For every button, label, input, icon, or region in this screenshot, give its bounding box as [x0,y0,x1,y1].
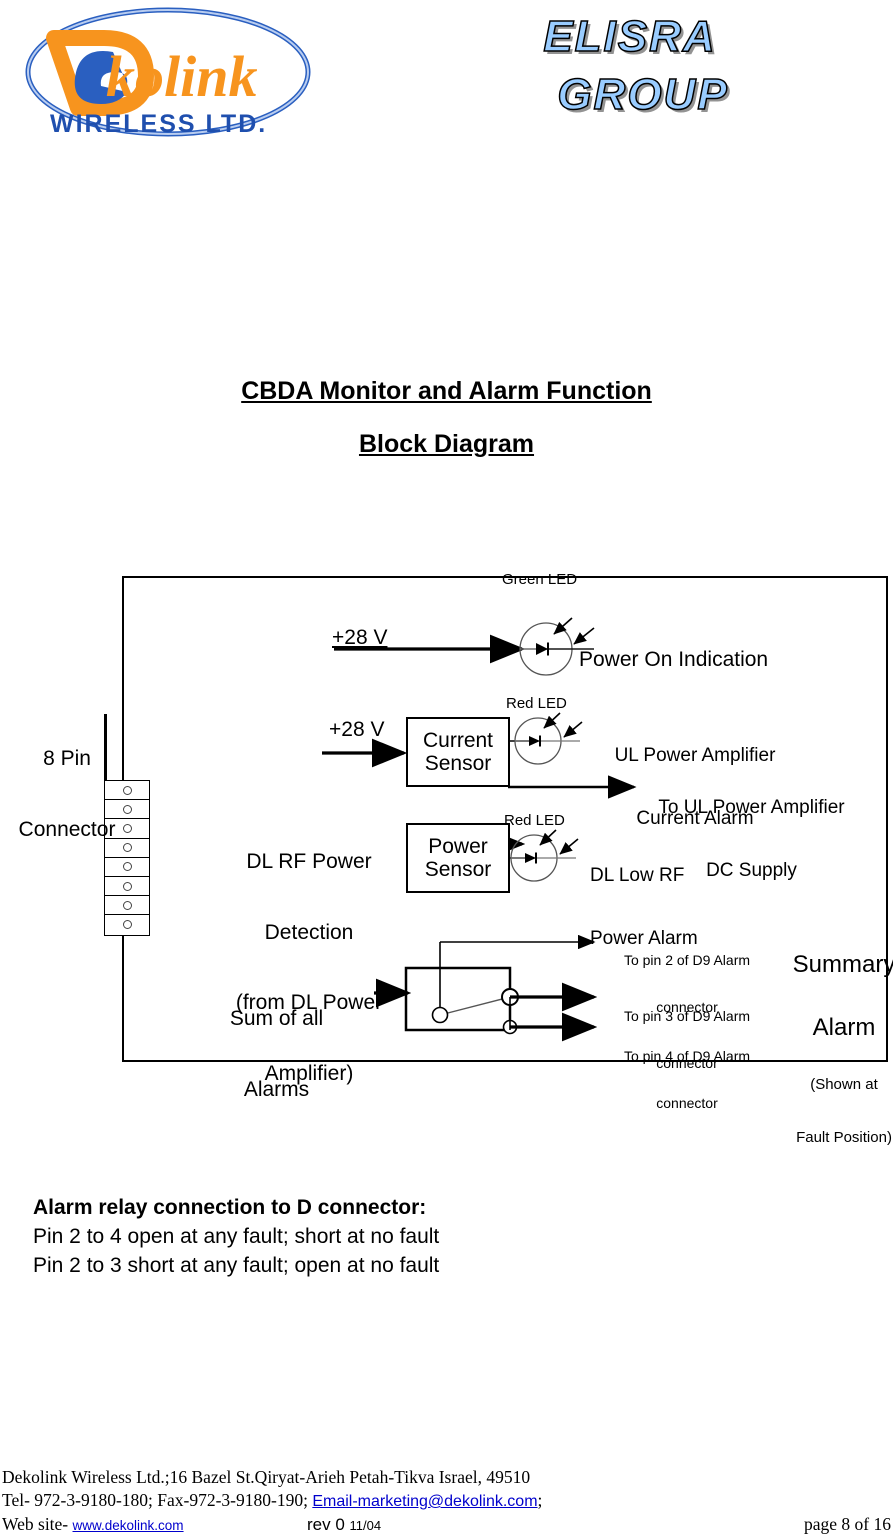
footer-website-row: Web site- www.dekolink.com rev 0 11/04 pag… [2,1513,891,1537]
summary-alarm-label: Summary Alarm (Shown at Fault Position) [774,916,893,1182]
notes-heading: Alarm relay connection to D connector: [33,1196,427,1219]
page-title-text: CBDA Monitor and Alarm Function [241,377,652,405]
power-sensor-led-label: Red LED [504,812,565,829]
dl-rf-line2: Detection [264,920,354,944]
elisra-logo-line2: GROUP [557,69,729,120]
pin-dot-icon [122,804,132,814]
summary-alarm-note1: (Shown at [810,1076,878,1094]
footer-revision-text: rev 0 [307,1515,345,1534]
red-led-symbol-power [510,829,579,882]
power-on-input-label: +28 V [332,626,388,649]
power-sensor-line1: Power [428,834,488,858]
summary-alarm-line2: Alarm [812,1013,876,1041]
website-link[interactable]: www.dekolink.com [73,1518,184,1533]
email-link[interactable]: Email-marketing@dekolink.com [312,1493,537,1510]
page-subtitle: Block Diagram [0,430,893,459]
connector-caption: 8 Pin Connector [12,700,122,888]
footer-semicolon: ; [537,1490,543,1510]
pin-dot-icon [122,920,132,930]
current-sensor-line1: Current [422,728,494,752]
sum-alarms-line1: Sum of all [229,1007,324,1031]
page-footer: Dekolink Wireless Ltd.;16 Bazel St.Qirya… [2,1466,891,1537]
notes-line1: Pin 2 to 4 open at any fault; short at n… [33,1225,440,1248]
connector-pin [105,915,149,934]
footer-address: Dekolink Wireless Ltd.;16 Bazel St.Qirya… [2,1467,531,1487]
pin-dot-icon [122,900,132,910]
notes-line2: Pin 2 to 3 short at any fault; open at n… [33,1254,440,1277]
power-sensor-line2: Sensor [424,858,492,881]
power-sensor-block: Power Sensor [406,823,510,893]
pin-dot-icon [122,823,132,833]
connector-pin [105,896,149,916]
footer-phone-text: Tel- 972-3-9180-180; Fax-972-3-9180-190; [2,1490,313,1510]
red-led-symbol-current [514,712,583,765]
footer-contact: Tel- 972-3-9180-180; Fax-972-3-9180-190;… [2,1489,891,1513]
page-title: CBDA Monitor and Alarm Function [0,377,893,406]
footer-revision-date: 11/04 [349,1518,382,1533]
dl-rf-line1: DL RF Power [246,850,372,874]
current-sensor-led-label: Red LED [506,695,567,712]
pin-dot-icon [122,881,132,891]
dc-supply-line1: To UL Power Amplifier [658,796,845,818]
connector-caption-line2: Connector [18,817,116,841]
block-diagram-frame: Green LED +28 V Power On Indication Red … [104,571,893,1146]
summary-alarm-line1: Summary [792,950,893,978]
elisra-group-logo: ELISRA GROUP [470,8,790,138]
current-sensor-input-label: +28 V [329,718,385,741]
dekolink-logo: kolink WIRELESS LTD. [18,4,318,154]
svg-text:kolink: kolink [106,44,258,109]
pin-dot-icon [122,843,132,853]
elisra-logo-line1: ELISRA [543,11,717,62]
pin4-label: To pin 4 of D9 Alarm connector [592,1018,782,1143]
svg-text:WIRELESS LTD.: WIRELESS LTD. [50,110,267,138]
sum-alarms-line2: Alarms [243,1077,310,1101]
footer-revision: rev 0 11/04 [307,1513,381,1537]
footer-page-number: page 8 of 16 [804,1514,891,1534]
current-sensor-line2: Sensor [424,752,492,775]
connector-caption-line1: 8 Pin [43,747,91,771]
pin-dot-icon [122,862,132,872]
summary-alarm-note2: Fault Position) [796,1128,892,1146]
green-led-label: Green LED [502,571,578,588]
pin-dot-icon [122,785,132,795]
pin4-line2: connector [656,1095,718,1112]
power-on-indication-label: Power On Indication [579,648,769,671]
alarm-relay-notes: Alarm relay connection to D connector: P… [33,1193,673,1280]
document-page: kolink WIRELESS LTD. ELISRA GROUP CBDA M… [0,0,893,1539]
sum-of-all-alarms-label: Sum of all Alarms [184,960,369,1148]
pin4-line1: To pin 4 of D9 Alarm [623,1048,751,1065]
dl-low-rf-line1: DL Low RF [590,864,685,886]
pin2-line1: To pin 2 of D9 Alarm [623,952,751,969]
current-sensor-block: Current Sensor [406,717,510,787]
footer-website-text: Web site- [2,1514,73,1534]
page-subtitle-text: Block Diagram [358,430,535,458]
